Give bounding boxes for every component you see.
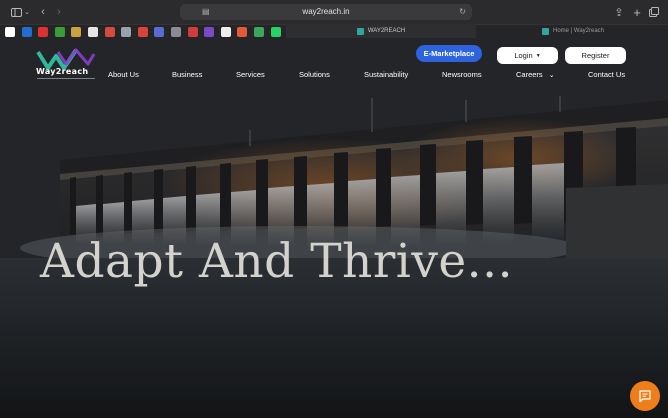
share-icon[interactable]: ⇪ — [614, 5, 624, 19]
nav-sustainability[interactable]: Sustainability — [364, 70, 408, 79]
login-label: Login — [514, 51, 533, 60]
nav-contact-us[interactable]: Contact Us — [588, 70, 625, 79]
bookmark-favicon-icon[interactable] — [137, 27, 148, 37]
forward-icon[interactable]: › — [54, 5, 64, 19]
tab-favicon — [541, 27, 549, 35]
bookmark-favicon-icon[interactable] — [104, 27, 115, 37]
caret-down-icon: ▼ — [535, 52, 541, 59]
bookmark-favicon-icon[interactable] — [121, 27, 132, 37]
chevron-down-icon[interactable]: ⌄ — [23, 5, 31, 19]
bookmark-favicon-icon[interactable] — [171, 27, 181, 37]
tab-way2reach[interactable]: WAY2REACH — [286, 24, 476, 38]
nav-newsrooms[interactable]: Newsrooms — [442, 70, 482, 79]
nav-about-us[interactable]: About Us — [108, 70, 139, 79]
hero-section: Way2reach E-Marketplace Login ▼ Register … — [0, 38, 668, 418]
url-text[interactable]: way2reach.in — [180, 7, 472, 16]
tab-label: Home | Way2reach — [552, 28, 605, 34]
nav-business[interactable]: Business — [172, 70, 202, 79]
chevron-down-icon: ⌄ — [548, 72, 555, 79]
bookmark-favicon-icon[interactable] — [204, 27, 215, 37]
bookmark-favicon-icon[interactable] — [71, 27, 82, 37]
nav-solutions[interactable]: Solutions — [299, 70, 330, 79]
bookmark-favicon-icon[interactable] — [88, 27, 98, 37]
nav-services[interactable]: Services — [236, 70, 265, 79]
tab-label: WAY2REACH — [367, 28, 406, 34]
logo-tagline-line — [37, 78, 95, 79]
nav-careers[interactable]: Careers ⌄ — [516, 70, 555, 79]
bookmark-favicon-icon[interactable] — [21, 27, 32, 37]
login-button[interactable]: Login ▼ — [497, 47, 558, 64]
tab-overview-icon[interactable] — [649, 5, 659, 19]
chat-bubble-icon — [639, 390, 651, 403]
bookmark-favicon-icon[interactable] — [54, 27, 65, 37]
bookmark-favicon-icon[interactable] — [237, 27, 248, 37]
bookmark-favicon-icon[interactable] — [254, 27, 264, 37]
address-bar[interactable]: ▤ way2reach.in ↻ — [180, 4, 472, 20]
nav-careers-label: Careers — [516, 70, 543, 79]
bookmark-favicon-icon[interactable] — [187, 27, 198, 37]
browser-toolbar: ⌄ ‹ › ▤ way2reach.in ↻ ⇪ + — [0, 0, 668, 24]
reload-icon[interactable]: ↻ — [459, 7, 466, 16]
tab-home[interactable]: Home | Way2reach — [478, 24, 668, 38]
bookmark-favicon-icon[interactable] — [220, 27, 231, 37]
sidebar-toggle-icon[interactable] — [10, 5, 22, 19]
tab-favicon — [356, 27, 364, 35]
logo-wordmark: Way2reach — [36, 67, 89, 76]
bookmark-favicon-icon[interactable] — [5, 27, 15, 37]
register-button[interactable]: Register — [565, 47, 626, 64]
e-marketplace-button[interactable]: E-Marketplace — [416, 45, 482, 62]
new-tab-icon[interactable]: + — [632, 5, 642, 20]
back-icon[interactable]: ‹ — [38, 5, 48, 19]
bookmark-favicon-icon[interactable] — [154, 27, 165, 37]
dam-background-image — [0, 38, 668, 418]
chat-widget-button[interactable] — [630, 381, 660, 411]
hero-headline: Adapt And Thrive... — [40, 234, 514, 289]
bookmark-favicon-icon[interactable] — [270, 27, 281, 37]
bookmark-favicon-icon[interactable] — [38, 27, 49, 37]
